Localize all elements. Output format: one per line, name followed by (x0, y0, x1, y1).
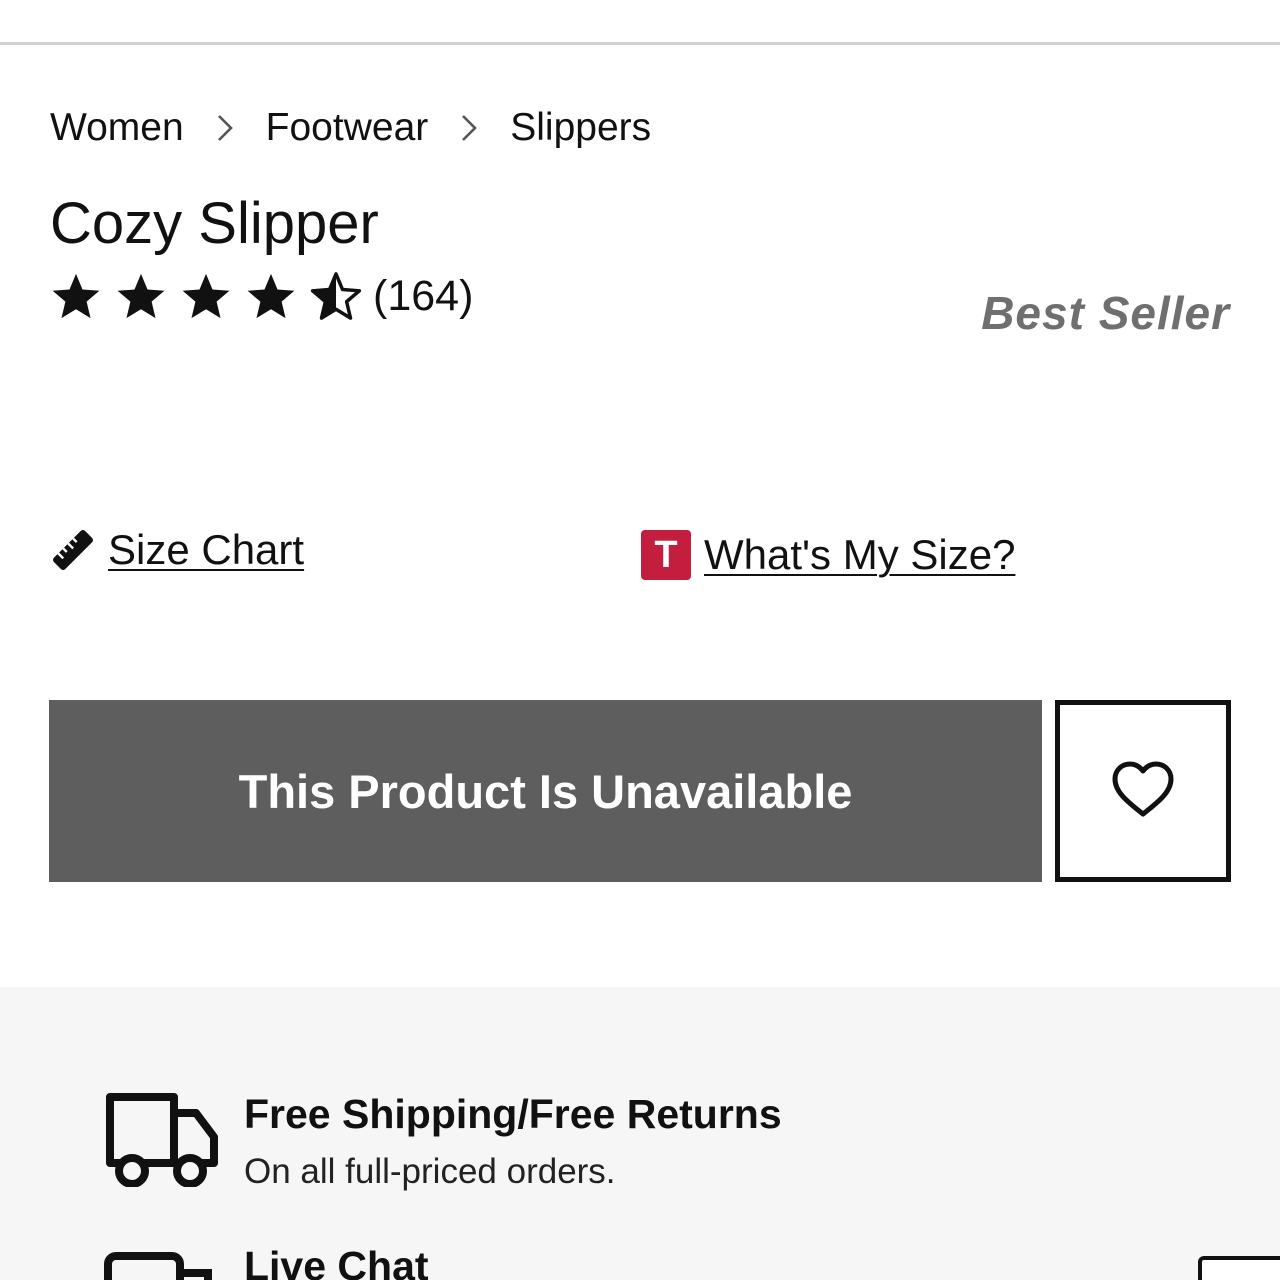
benefit-title: Free Shipping/Free Returns (244, 1091, 782, 1137)
benefit-title[interactable]: Live Chat (244, 1243, 429, 1280)
star-half-icon (310, 270, 362, 322)
whats-my-size-link[interactable]: T What's My Size? (641, 530, 1015, 580)
best-seller-badge: Best Seller (981, 287, 1230, 339)
whats-my-size-label[interactable]: What's My Size? (704, 531, 1015, 579)
true-fit-t-icon: T (641, 530, 691, 580)
product-unavailable-button[interactable]: This Product Is Unavailable (49, 700, 1042, 882)
chevron-right-icon (217, 114, 233, 142)
benefit-subtitle: On all full-priced orders. (244, 1152, 616, 1191)
star-full-icon (245, 270, 297, 322)
benefit-live-chat[interactable]: Live Chat (104, 1243, 429, 1280)
star-full-icon (115, 270, 167, 322)
star-full-icon (50, 270, 102, 322)
breadcrumb: Women Footwear Slippers (50, 106, 651, 150)
size-chart-label[interactable]: Size Chart (108, 526, 304, 574)
header-divider (0, 42, 1280, 45)
breadcrumb-footwear[interactable]: Footwear (266, 106, 429, 150)
chat-widget-button[interactable] (1198, 1256, 1280, 1280)
truck-icon (104, 1091, 220, 1187)
benefit-text: Live Chat (244, 1243, 429, 1280)
ruler-icon (50, 527, 96, 573)
breadcrumb-women[interactable]: Women (50, 106, 184, 150)
heart-icon (1111, 761, 1175, 822)
breadcrumb-slippers[interactable]: Slippers (510, 106, 651, 150)
benefits-panel: Free Shipping/Free Returns On all full-p… (0, 987, 1280, 1280)
product-rating[interactable]: (164) (50, 270, 473, 322)
benefit-free-shipping: Free Shipping/Free Returns On all full-p… (104, 1091, 782, 1192)
chat-icon (104, 1243, 220, 1280)
star-full-icon (180, 270, 232, 322)
benefit-text: Free Shipping/Free Returns On all full-p… (244, 1091, 782, 1192)
review-count[interactable]: (164) (373, 272, 473, 321)
chevron-right-icon (461, 114, 478, 142)
wishlist-button[interactable] (1055, 700, 1231, 882)
size-chart-link[interactable]: Size Chart (50, 526, 304, 574)
product-page: Women Footwear Slippers Cozy Slipper (16… (0, 0, 1280, 1280)
product-title: Cozy Slipper (50, 191, 379, 256)
